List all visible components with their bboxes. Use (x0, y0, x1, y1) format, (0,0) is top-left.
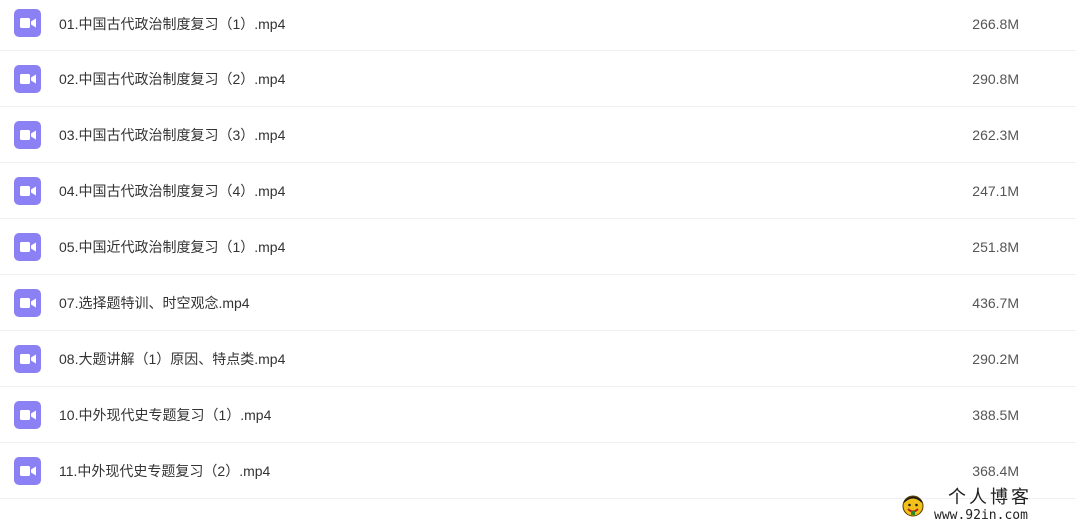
watermark-url: www.92in.com (934, 508, 1028, 523)
video-file-icon (14, 121, 41, 149)
file-size: 388.5M (972, 407, 1019, 423)
smiley-logo-icon (902, 495, 924, 517)
video-file-icon (14, 345, 41, 373)
file-size: 247.1M (972, 183, 1019, 199)
file-list: 01.中国古代政治制度复习（1）.mp4 266.8M 02.中国古代政治制度复… (0, 0, 1076, 499)
file-name[interactable]: 05.中国近代政治制度复习（1）.mp4 (59, 237, 285, 257)
file-row[interactable]: 07.选择题特训、时空观念.mp4 436.7M (0, 275, 1076, 331)
file-name[interactable]: 03.中国古代政治制度复习（3）.mp4 (59, 125, 285, 145)
file-row[interactable]: 02.中国古代政治制度复习（2）.mp4 290.8M (0, 51, 1076, 107)
file-row[interactable]: 08.大题讲解（1）原因、特点类.mp4 290.2M (0, 331, 1076, 387)
file-row[interactable]: 05.中国近代政治制度复习（1）.mp4 251.8M (0, 219, 1076, 275)
video-file-icon (14, 233, 41, 261)
video-file-icon (14, 65, 41, 93)
file-size: 266.8M (972, 16, 1019, 32)
file-row[interactable]: 01.中国古代政治制度复习（1）.mp4 266.8M (0, 0, 1076, 51)
file-size: 290.2M (972, 351, 1019, 367)
video-file-icon (14, 401, 41, 429)
video-file-icon (14, 177, 41, 205)
file-size: 436.7M (972, 295, 1019, 311)
file-size: 368.4M (972, 463, 1019, 479)
file-size: 251.8M (972, 239, 1019, 255)
file-row[interactable]: 03.中国古代政治制度复习（3）.mp4 262.3M (0, 107, 1076, 163)
file-size: 262.3M (972, 127, 1019, 143)
file-size: 290.8M (972, 71, 1019, 87)
video-file-icon (14, 457, 41, 485)
file-name[interactable]: 10.中外现代史专题复习（1）.mp4 (59, 405, 271, 425)
video-file-icon (14, 289, 41, 317)
file-name[interactable]: 01.中国古代政治制度复习（1）.mp4 (59, 14, 285, 34)
watermark-title: 个人博客 (948, 487, 1032, 508)
file-name[interactable]: 11.中外现代史专题复习（2）.mp4 (59, 461, 270, 481)
file-name[interactable]: 02.中国古代政治制度复习（2）.mp4 (59, 69, 285, 89)
file-name[interactable]: 04.中国古代政治制度复习（4）.mp4 (59, 181, 285, 201)
video-file-icon (14, 9, 41, 37)
file-name[interactable]: 07.选择题特训、时空观念.mp4 (59, 293, 250, 313)
file-row[interactable]: 04.中国古代政治制度复习（4）.mp4 247.1M (0, 163, 1076, 219)
file-row[interactable]: 10.中外现代史专题复习（1）.mp4 388.5M (0, 387, 1076, 443)
file-name[interactable]: 08.大题讲解（1）原因、特点类.mp4 (59, 349, 285, 369)
watermark: 个人博客 www.92in.com (898, 486, 1074, 526)
